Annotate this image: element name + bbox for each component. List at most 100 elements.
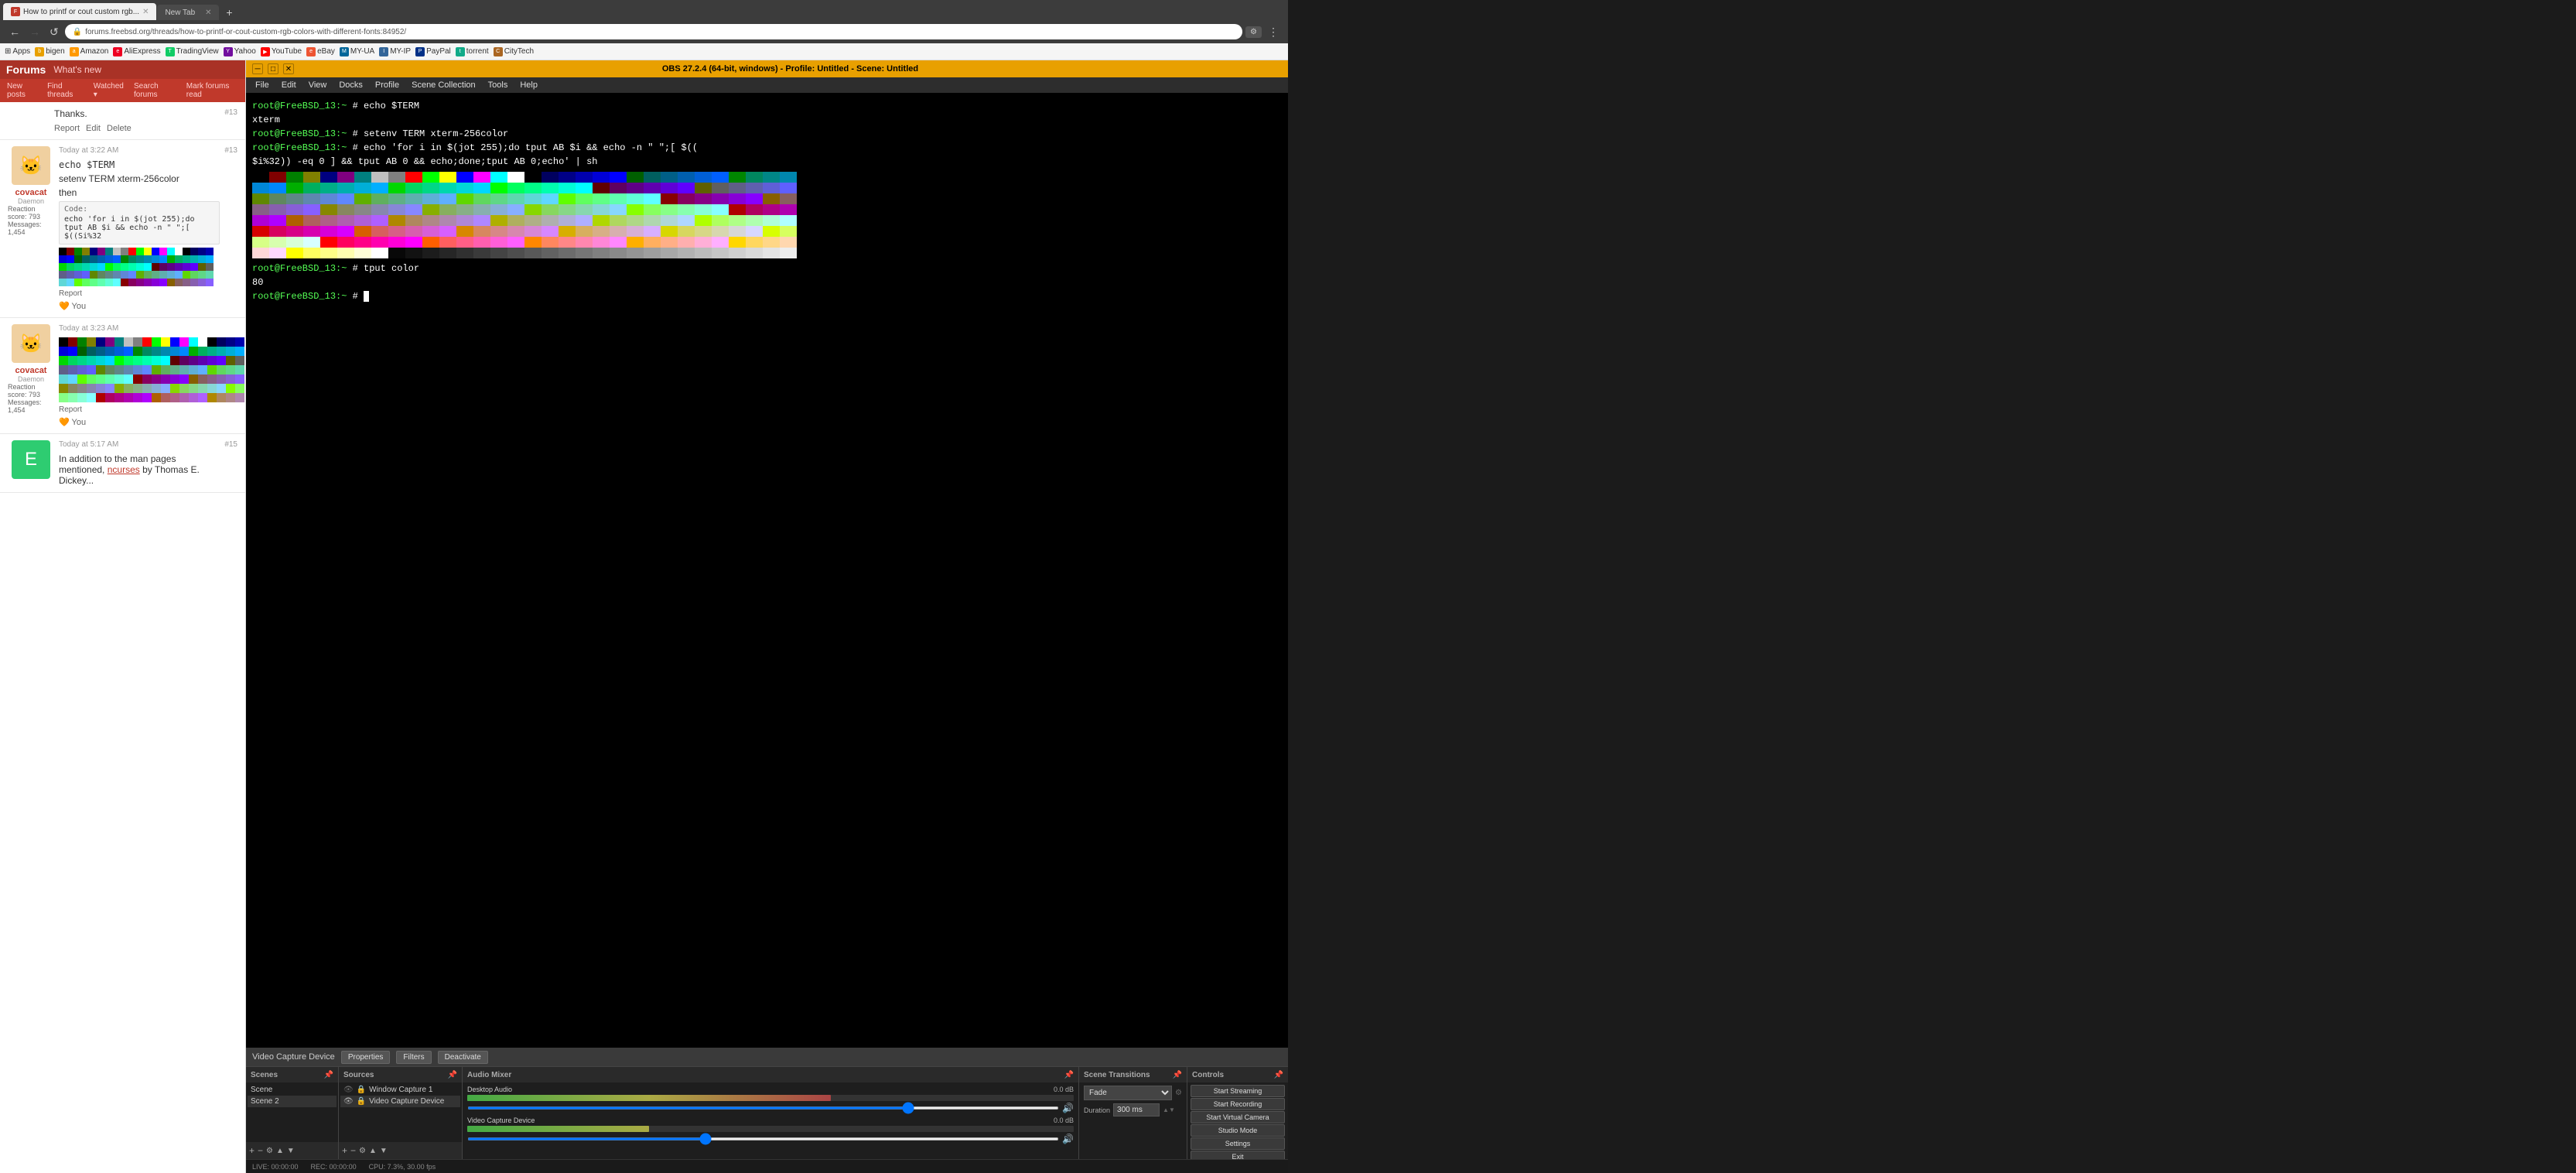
obs-menu-edit[interactable]: Edit — [275, 79, 302, 91]
bookmark-myua[interactable]: M MY-UA — [340, 47, 374, 56]
obs-menu-profile[interactable]: Profile — [369, 79, 405, 91]
address-bar[interactable]: 🔒 forums.freebsd.org/threads/how-to-prin… — [65, 24, 1242, 39]
duration-up-icon[interactable]: ▲▼ — [1163, 1106, 1175, 1113]
obs-menu-help[interactable]: Help — [514, 79, 544, 91]
mixer-mute-icon-1[interactable]: 🔊 — [1062, 1103, 1074, 1113]
obs-menu-docks[interactable]: Docks — [333, 79, 369, 91]
scenes-add-icon[interactable]: + — [249, 1145, 255, 1156]
scenes-settings-icon[interactable]: ⚙ — [266, 1147, 273, 1155]
source-visibility-icon-2[interactable]: 👁 — [343, 1097, 354, 1106]
bookmark-tradingview[interactable]: T TradingView — [166, 47, 219, 56]
forward-button[interactable]: → — [26, 24, 43, 39]
scenes-down-icon[interactable]: ▼ — [287, 1147, 295, 1155]
transitions-settings-icon[interactable]: ⚙ — [1175, 1089, 1182, 1097]
menu-button[interactable]: ⋮ — [1265, 24, 1282, 40]
transition-duration-input[interactable] — [1113, 1103, 1160, 1117]
obs-minimize-icon[interactable]: ─ — [252, 63, 263, 74]
scenes-remove-icon[interactable]: − — [258, 1145, 263, 1156]
sources-settings-icon[interactable]: ⚙ — [359, 1147, 366, 1155]
whats-new-link[interactable]: What's new — [53, 64, 101, 75]
bookmark-amazon[interactable]: a Amazon — [70, 47, 109, 56]
sources-pin-icon[interactable]: 📌 — [448, 1071, 457, 1079]
color-grid-terminal-13 — [59, 248, 220, 286]
amazon-label: Amazon — [80, 47, 109, 56]
obs-menu-scene-collection[interactable]: Scene Collection — [405, 79, 482, 91]
post-username-14[interactable]: covacat — [15, 366, 47, 375]
bookmark-myip[interactable]: I MY-IP — [379, 47, 411, 56]
properties-button[interactable]: Properties — [341, 1051, 391, 1064]
bookmark-bigen[interactable]: b bigen — [35, 47, 64, 56]
bookmark-apps[interactable]: ⊞ Apps — [5, 47, 30, 56]
sources-remove-icon[interactable]: − — [350, 1145, 356, 1156]
bookmark-youtube[interactable]: ▶ YouTube — [261, 47, 302, 56]
back-button[interactable]: ← — [6, 24, 23, 39]
tab-close-icon[interactable]: ✕ — [142, 8, 149, 16]
controls-pin-icon[interactable]: 📌 — [1274, 1071, 1283, 1079]
obs-close-icon[interactable]: ✕ — [283, 63, 294, 74]
bookmark-torrent[interactable]: t torrent — [456, 47, 489, 56]
search-forums-link[interactable]: Search forums — [130, 80, 181, 101]
reload-button[interactable]: ↺ — [46, 24, 62, 40]
filters-button[interactable]: Filters — [396, 1051, 431, 1064]
report-link-14[interactable]: Report — [59, 405, 82, 414]
bookmark-yahoo[interactable]: Y Yahoo — [224, 47, 256, 56]
bookmark-aliexpress[interactable]: e AliExpress — [113, 47, 160, 56]
mixer-pin-icon[interactable]: 📌 — [1064, 1071, 1074, 1079]
settings-button[interactable]: Settings — [1191, 1137, 1285, 1150]
mixer-mute-icon-2[interactable]: 🔊 — [1062, 1134, 1074, 1144]
source-lock-icon-2[interactable]: 🔒 — [357, 1097, 366, 1106]
mixer-volume-bar-1[interactable] — [467, 1095, 1074, 1101]
post-13: 🐱 covacat Daemon Reaction score: 793 Mes… — [0, 140, 245, 318]
scenes-up-icon[interactable]: ▲ — [276, 1147, 284, 1155]
exit-button[interactable]: Exit — [1191, 1151, 1285, 1159]
bookmark-paypal[interactable]: P PayPal — [415, 47, 451, 56]
forum-panel: Forums What's new New posts Find threads… — [0, 60, 246, 1173]
source-item-2[interactable]: 👁 🔒 Video Capture Device — [340, 1096, 460, 1107]
obs-menu-view[interactable]: View — [302, 79, 333, 91]
sources-up-icon[interactable]: ▲ — [369, 1147, 377, 1155]
start-recording-button[interactable]: Start Recording — [1191, 1098, 1285, 1110]
scene-item-1[interactable]: Scene — [248, 1084, 337, 1096]
edit-link-thanks[interactable]: Edit — [86, 124, 101, 133]
new-tab-close-icon[interactable]: ✕ — [205, 9, 211, 17]
bookmark-citytech[interactable]: C CityTech — [494, 47, 534, 56]
new-posts-link[interactable]: New posts — [3, 80, 42, 101]
source-item-1[interactable]: 👁 🔒 Window Capture 1 — [340, 1084, 460, 1096]
find-threads-link[interactable]: Find threads — [43, 80, 88, 101]
start-streaming-button[interactable]: Start Streaming — [1191, 1085, 1285, 1097]
extensions-button[interactable]: ⚙ — [1245, 26, 1262, 38]
mixer-volume-bar-2[interactable] — [467, 1126, 1074, 1132]
browser-tab-inactive[interactable]: New Tab ✕ — [157, 5, 219, 20]
browser-tab-active[interactable]: F How to printf or cout custom rgb... ✕ — [3, 3, 156, 20]
scene-item-2[interactable]: Scene 2 — [248, 1096, 337, 1107]
source-visibility-icon-1[interactable]: 👁 — [343, 1086, 354, 1094]
new-tab-button[interactable]: + — [220, 5, 238, 20]
mark-read-link[interactable]: Mark forums read — [183, 80, 242, 101]
report-link-thanks[interactable]: Report — [54, 124, 80, 133]
terminal-line-3: root@FreeBSD_13:~ # setenv TERM xterm-25… — [252, 127, 1282, 141]
mixer-track-2-db: 0.0 dB — [1054, 1117, 1074, 1124]
sources-add-icon[interactable]: + — [342, 1145, 347, 1156]
obs-menu-file[interactable]: File — [249, 79, 275, 91]
bookmarks-bar: ⊞ Apps b bigen a Amazon e AliExpress T T… — [0, 43, 1288, 60]
obs-maximize-icon[interactable]: □ — [268, 63, 278, 74]
sources-down-icon[interactable]: ▼ — [380, 1147, 388, 1155]
post-username-13[interactable]: covacat — [15, 188, 47, 197]
deactivate-button[interactable]: Deactivate — [438, 1051, 488, 1064]
mixer-volume-slider-1[interactable] — [467, 1106, 1059, 1110]
studio-mode-button[interactable]: Studio Mode — [1191, 1124, 1285, 1137]
source-lock-icon-1[interactable]: 🔒 — [357, 1086, 366, 1094]
mixer-volume-slider-2[interactable] — [467, 1137, 1059, 1141]
mixer-track-2: Video Capture Device 0.0 dB 🔊 — [467, 1117, 1074, 1144]
report-link-13[interactable]: Report — [59, 289, 82, 298]
watched-link[interactable]: Watched ▾ — [90, 80, 128, 101]
messages-13: Messages: 1,454 — [8, 221, 54, 236]
delete-link-thanks[interactable]: Delete — [107, 124, 132, 133]
obs-menu-tools[interactable]: Tools — [482, 79, 514, 91]
obs-title-text: OBS 27.2.4 (64-bit, windows) - Profile: … — [299, 64, 1282, 74]
transition-type-select[interactable]: Fade — [1084, 1086, 1172, 1100]
start-virtual-camera-button[interactable]: Start Virtual Camera — [1191, 1111, 1285, 1123]
bookmark-ebay[interactable]: e eBay — [306, 47, 335, 56]
scenes-pin-icon[interactable]: 📌 — [324, 1071, 333, 1079]
transitions-pin-icon[interactable]: 📌 — [1173, 1071, 1182, 1079]
